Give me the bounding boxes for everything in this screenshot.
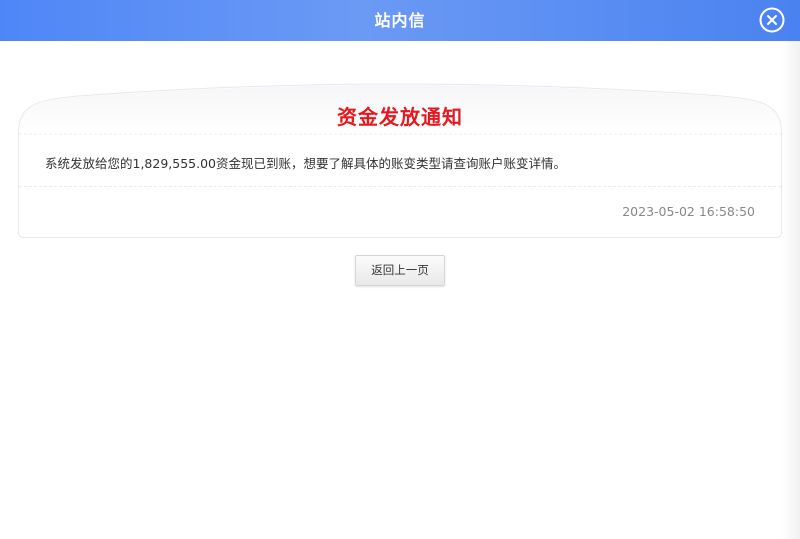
notice-title: 资金发放通知: [337, 105, 463, 129]
close-circle-icon: [759, 7, 785, 33]
dialog-title: 站内信: [374, 11, 426, 30]
dialog-header: 站内信: [0, 0, 800, 41]
notice-card: 资金发放通知 系统发放给您的1,829,555.00资金现已到账，想要了解具体的…: [18, 80, 782, 238]
back-button[interactable]: 返回上一页: [355, 255, 445, 286]
close-button[interactable]: [759, 7, 785, 33]
scroll-edge: [782, 41, 800, 539]
notice-divider: [19, 186, 781, 187]
notice-body: 系统发放给您的1,829,555.00资金现已到账，想要了解具体的账变类型请查询…: [45, 156, 566, 171]
message-dialog: 站内信 资金发放通知 系统发放给您的1,829,555.00资金现已到账，想要了…: [0, 0, 800, 539]
notice-timestamp: 2023-05-02 16:58:50: [622, 204, 755, 219]
